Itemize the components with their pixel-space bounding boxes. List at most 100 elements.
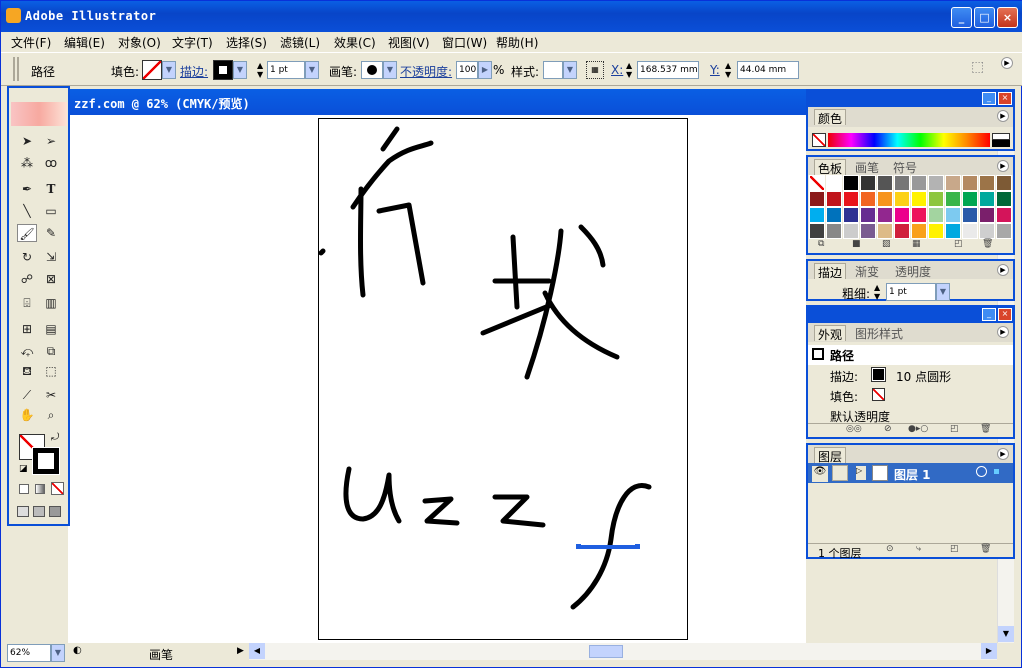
rectangle-tool-icon[interactable]: ▭	[41, 202, 61, 220]
layer-target-icon[interactable]	[976, 466, 987, 477]
swatch-0-6[interactable]	[911, 175, 927, 191]
screen-mode-full-icon[interactable]	[49, 506, 61, 517]
opacity-label[interactable]: 不透明度:	[400, 63, 452, 80]
swatch-1-2[interactable]	[843, 191, 859, 207]
swatch-3-11[interactable]	[996, 223, 1012, 239]
delete-swatch-icon[interactable]: 🗑	[982, 239, 993, 249]
live-paint-selection-tool-icon[interactable]: ⬚	[41, 362, 61, 380]
control-bar-menu-icon[interactable]: ▶	[1001, 57, 1013, 69]
menu-edit[interactable]: 编辑(E)	[64, 34, 105, 51]
swatch-3-8[interactable]	[945, 223, 961, 239]
swatch-2-4[interactable]	[877, 207, 893, 223]
duplicate-item-icon[interactable]: ◰	[950, 424, 959, 434]
type-tool-icon[interactable]: T	[41, 180, 61, 198]
swatch-0-8[interactable]	[945, 175, 961, 191]
layer-row[interactable]: 👁 ▷ 图层 1	[808, 463, 1013, 483]
tab-transparency[interactable]: 透明度	[892, 263, 935, 279]
appearance-opacity-row[interactable]: 默认透明度	[808, 405, 1013, 425]
swatch-1-10[interactable]	[979, 191, 995, 207]
scale-tool-icon[interactable]: ⇲	[41, 248, 61, 266]
screen-mode-menu-icon[interactable]	[33, 506, 45, 517]
menu-help[interactable]: 帮助(H)	[496, 34, 538, 51]
grip-handle[interactable]	[13, 57, 19, 81]
show-pattern-swatches-icon[interactable]: ▦	[912, 239, 921, 249]
swatch-library-icon[interactable]: ⧉	[818, 239, 824, 249]
swatch-0-4[interactable]	[877, 175, 893, 191]
expand-arrow-icon[interactable]: ▷	[856, 466, 866, 480]
selection-tool-icon[interactable]: ➤	[17, 132, 37, 150]
tab-color[interactable]: 颜色	[814, 109, 847, 126]
none-swatch[interactable]	[812, 133, 826, 147]
swatch-1-9[interactable]	[962, 191, 978, 207]
swatch-2-1[interactable]	[826, 207, 842, 223]
swatch-3-2[interactable]	[843, 223, 859, 239]
new-layer-icon[interactable]: ◰	[950, 544, 959, 554]
none-mode-button[interactable]	[51, 482, 64, 495]
y-stepper[interactable]: ▲ ▼	[725, 61, 735, 79]
swatch-3-1[interactable]	[826, 223, 842, 239]
maximize-button[interactable]: □	[974, 7, 995, 28]
x-label[interactable]: X:	[611, 63, 623, 77]
swatch-0-5[interactable]	[894, 175, 910, 191]
zoom-input[interactable]: 62%	[7, 644, 51, 662]
close-button[interactable]: ×	[997, 7, 1018, 28]
magic-wand-tool-icon[interactable]: ⁂	[17, 154, 37, 172]
swatch-1-5[interactable]	[894, 191, 910, 207]
pencil-tool-icon[interactable]: ✎	[41, 224, 61, 242]
opacity-slider-button[interactable]: ▶	[478, 61, 492, 79]
swatch-2-7[interactable]	[928, 207, 944, 223]
menu-file[interactable]: 文件(F)	[11, 34, 51, 51]
stroke-weight-dropdown[interactable]: ▼	[305, 61, 319, 79]
workspace-icon[interactable]: ⬚	[971, 59, 991, 79]
white-swatch[interactable]	[992, 133, 1010, 140]
tab-gradient[interactable]: 渐变	[852, 263, 883, 279]
stroke-label[interactable]: 描边:	[180, 63, 208, 80]
appearance-panel-menu-icon[interactable]: ▶	[997, 326, 1009, 338]
lasso-tool-icon[interactable]: ꝏ	[41, 154, 61, 172]
swatch-1-4[interactable]	[877, 191, 893, 207]
graph-tool-icon[interactable]: ▥	[41, 294, 61, 312]
new-swatch-icon[interactable]: ◰	[954, 239, 963, 249]
stroke-weight-input[interactable]: 1 pt	[267, 61, 305, 79]
eyedropper-tool-icon[interactable]: ⤽	[17, 342, 37, 360]
gradient-mode-button[interactable]	[35, 484, 45, 494]
swatch-2-11[interactable]	[996, 207, 1012, 223]
menu-select[interactable]: 选择(S)	[226, 34, 267, 51]
stroke-weight-stepper[interactable]: ▲ ▼	[257, 61, 267, 79]
tab-symbols[interactable]: 符号	[890, 159, 921, 175]
horizontal-scrollbar[interactable]: ◀ ▶	[249, 643, 997, 660]
show-gradient-swatches-icon[interactable]: ▨	[882, 239, 891, 249]
x-stepper[interactable]: ▲ ▼	[626, 61, 636, 79]
swatch-3-4[interactable]	[877, 223, 893, 239]
swatch-1-0[interactable]	[809, 191, 825, 207]
tab-stroke[interactable]: 描边	[814, 263, 847, 280]
swatch-0-2[interactable]	[843, 175, 859, 191]
swatch-0-9[interactable]	[962, 175, 978, 191]
default-colors-icon[interactable]: ◪	[19, 464, 28, 474]
appearance-minimize-button[interactable]: _	[982, 308, 996, 321]
swatch-0-10[interactable]	[979, 175, 995, 191]
swatch-1-11[interactable]	[996, 191, 1012, 207]
line-tool-icon[interactable]: ╲	[17, 202, 37, 220]
weight-stepper[interactable]: ▲ ▼	[874, 283, 884, 301]
swatch-3-3[interactable]	[860, 223, 876, 239]
delete-item-icon[interactable]: 🗑	[980, 424, 991, 434]
reduce-basic-icon[interactable]: ●▸○	[908, 424, 928, 434]
hand-tool-icon[interactable]: ✋	[17, 406, 37, 424]
swatch-1-8[interactable]	[945, 191, 961, 207]
swatch-0-11[interactable]	[996, 175, 1012, 191]
stroke-color-box[interactable]	[32, 447, 60, 475]
gradient-tool-icon[interactable]: ▤	[41, 320, 61, 338]
live-paint-tool-icon[interactable]: ⛾	[17, 362, 37, 380]
blend-tool-icon[interactable]: ⧉	[41, 342, 61, 360]
swatch-0-0[interactable]	[809, 175, 825, 191]
zoom-tool-icon[interactable]: ⌕	[41, 406, 61, 424]
slice-tool-icon[interactable]: ⟋	[17, 386, 37, 404]
scroll-thumb[interactable]	[589, 645, 623, 658]
swatch-2-3[interactable]	[860, 207, 876, 223]
swatch-0-3[interactable]	[860, 175, 876, 191]
swatch-3-6[interactable]	[911, 223, 927, 239]
scissors-tool-icon[interactable]: ✂	[41, 386, 61, 404]
delete-layer-icon[interactable]: 🗑	[980, 544, 991, 554]
swatch-0-7[interactable]	[928, 175, 944, 191]
